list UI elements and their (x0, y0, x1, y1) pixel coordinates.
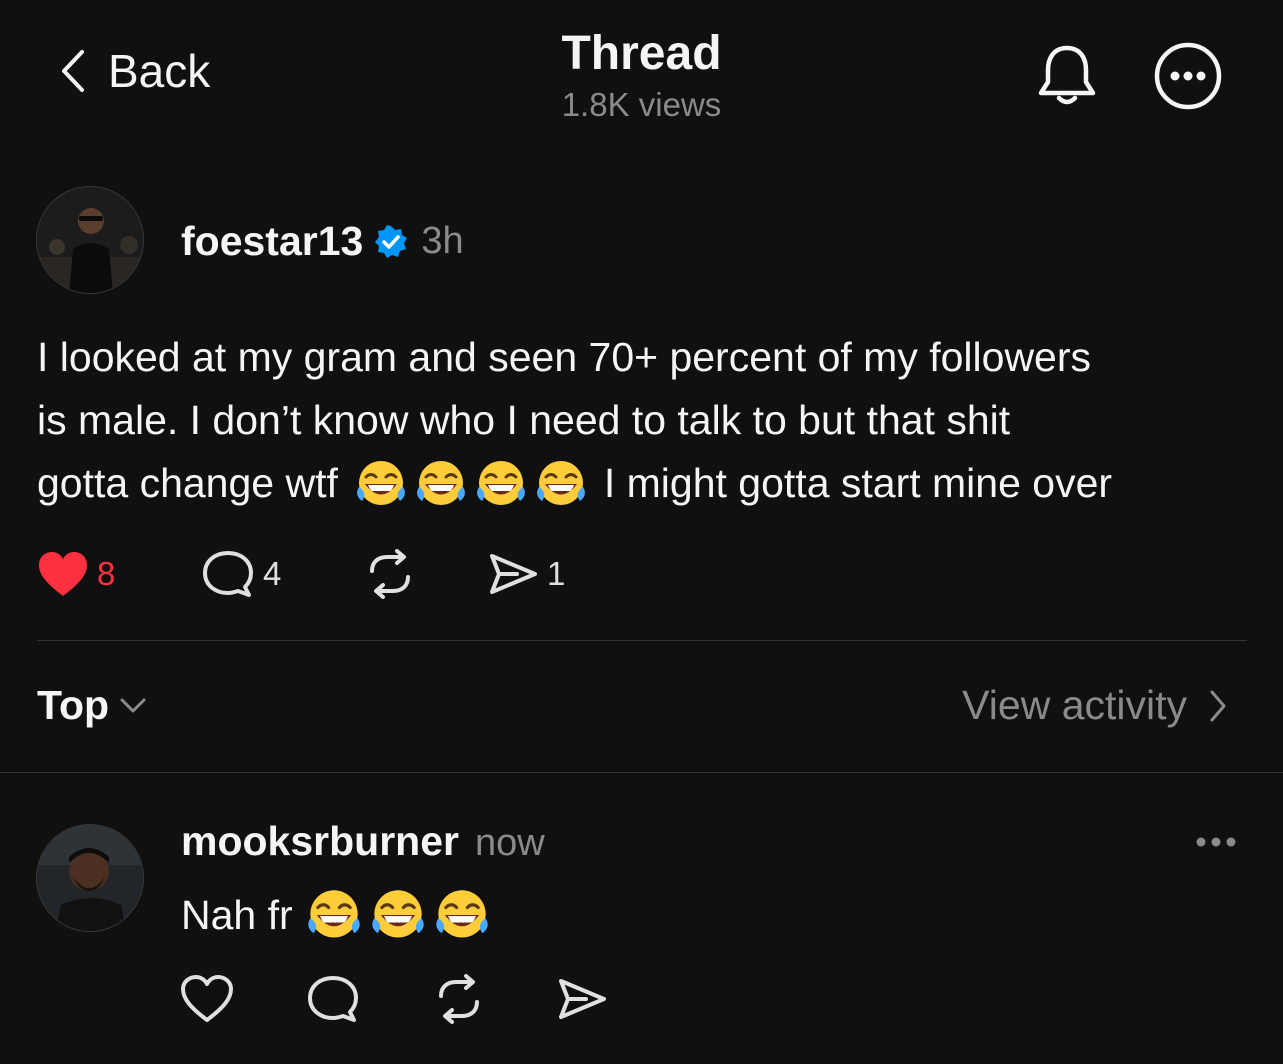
reply-button[interactable]: 4 (201, 549, 363, 599)
heart-outline-icon (180, 974, 234, 1024)
sort-label: Top (37, 682, 110, 728)
comment-icon (306, 974, 360, 1024)
reply-more-button[interactable] (1194, 832, 1238, 852)
share-icon (487, 551, 539, 597)
heart-filled-icon (37, 550, 89, 598)
share-button[interactable]: 1 (487, 551, 565, 597)
reply-author-avatar[interactable] (36, 824, 144, 932)
reply-username[interactable]: mooksrburner (181, 818, 459, 865)
laughing-emoji-icon (356, 460, 405, 505)
post-body: I looked at my gram and seen 70+ percent… (37, 326, 1257, 515)
laughing-emoji-icon (536, 460, 585, 505)
view-activity-link[interactable]: View activity (962, 682, 1227, 729)
more-options-button[interactable] (1152, 40, 1224, 112)
chevron-down-icon (119, 697, 147, 715)
reply-time: now (474, 822, 545, 864)
laughing-emoji-icon (307, 890, 360, 938)
more-icon (1152, 40, 1224, 112)
reply-share-button[interactable] (556, 976, 608, 1022)
like-count: 8 (97, 555, 116, 592)
reply-count: 4 (263, 555, 282, 592)
chevron-right-icon (1209, 689, 1227, 723)
post-text-line: I might gotta start mine over (603, 460, 1113, 506)
reply-body: Nah fr (181, 886, 491, 944)
view-activity-label: View activity (962, 682, 1187, 728)
share-count: 1 (547, 555, 566, 592)
repost-icon (363, 549, 417, 599)
comment-icon (201, 549, 255, 599)
like-button[interactable]: 8 (37, 550, 201, 598)
share-icon (556, 976, 608, 1022)
laughing-emoji-icon (416, 460, 465, 505)
reply-author-row: mooksrburner now (181, 818, 545, 865)
reply-actions (180, 974, 608, 1024)
post-username[interactable]: foestar13 (181, 218, 363, 265)
post-text-line: is male. I don’t know who I need to talk… (37, 397, 1011, 443)
reply-text: Nah fr (181, 891, 293, 938)
post-time: 3h (421, 220, 464, 262)
more-horizontal-icon (1194, 832, 1238, 852)
emoji-group (305, 886, 491, 944)
post-text-line: gotta change wtf (37, 460, 338, 506)
bell-icon (1032, 40, 1102, 110)
laughing-emoji-icon (476, 460, 525, 505)
post-actions: 8 4 1 (37, 548, 565, 600)
post-text-line: I looked at my gram and seen 70+ percent… (37, 334, 1092, 380)
repost-icon (432, 974, 486, 1024)
repost-button[interactable] (363, 549, 487, 599)
reply-like-button[interactable] (180, 974, 306, 1024)
divider (0, 772, 1283, 773)
laughing-emoji-icon (371, 890, 424, 938)
laughing-emoji-icon (435, 890, 488, 938)
emoji-group (354, 457, 588, 511)
divider (37, 640, 1247, 641)
notifications-button[interactable] (1032, 40, 1102, 110)
author-avatar[interactable] (36, 186, 144, 294)
verified-badge-icon (373, 224, 409, 260)
sort-dropdown[interactable]: Top (37, 682, 147, 729)
reply-comment-button[interactable] (306, 974, 432, 1024)
post-author-row: foestar13 3h (181, 218, 464, 265)
reply-repost-button[interactable] (432, 974, 556, 1024)
